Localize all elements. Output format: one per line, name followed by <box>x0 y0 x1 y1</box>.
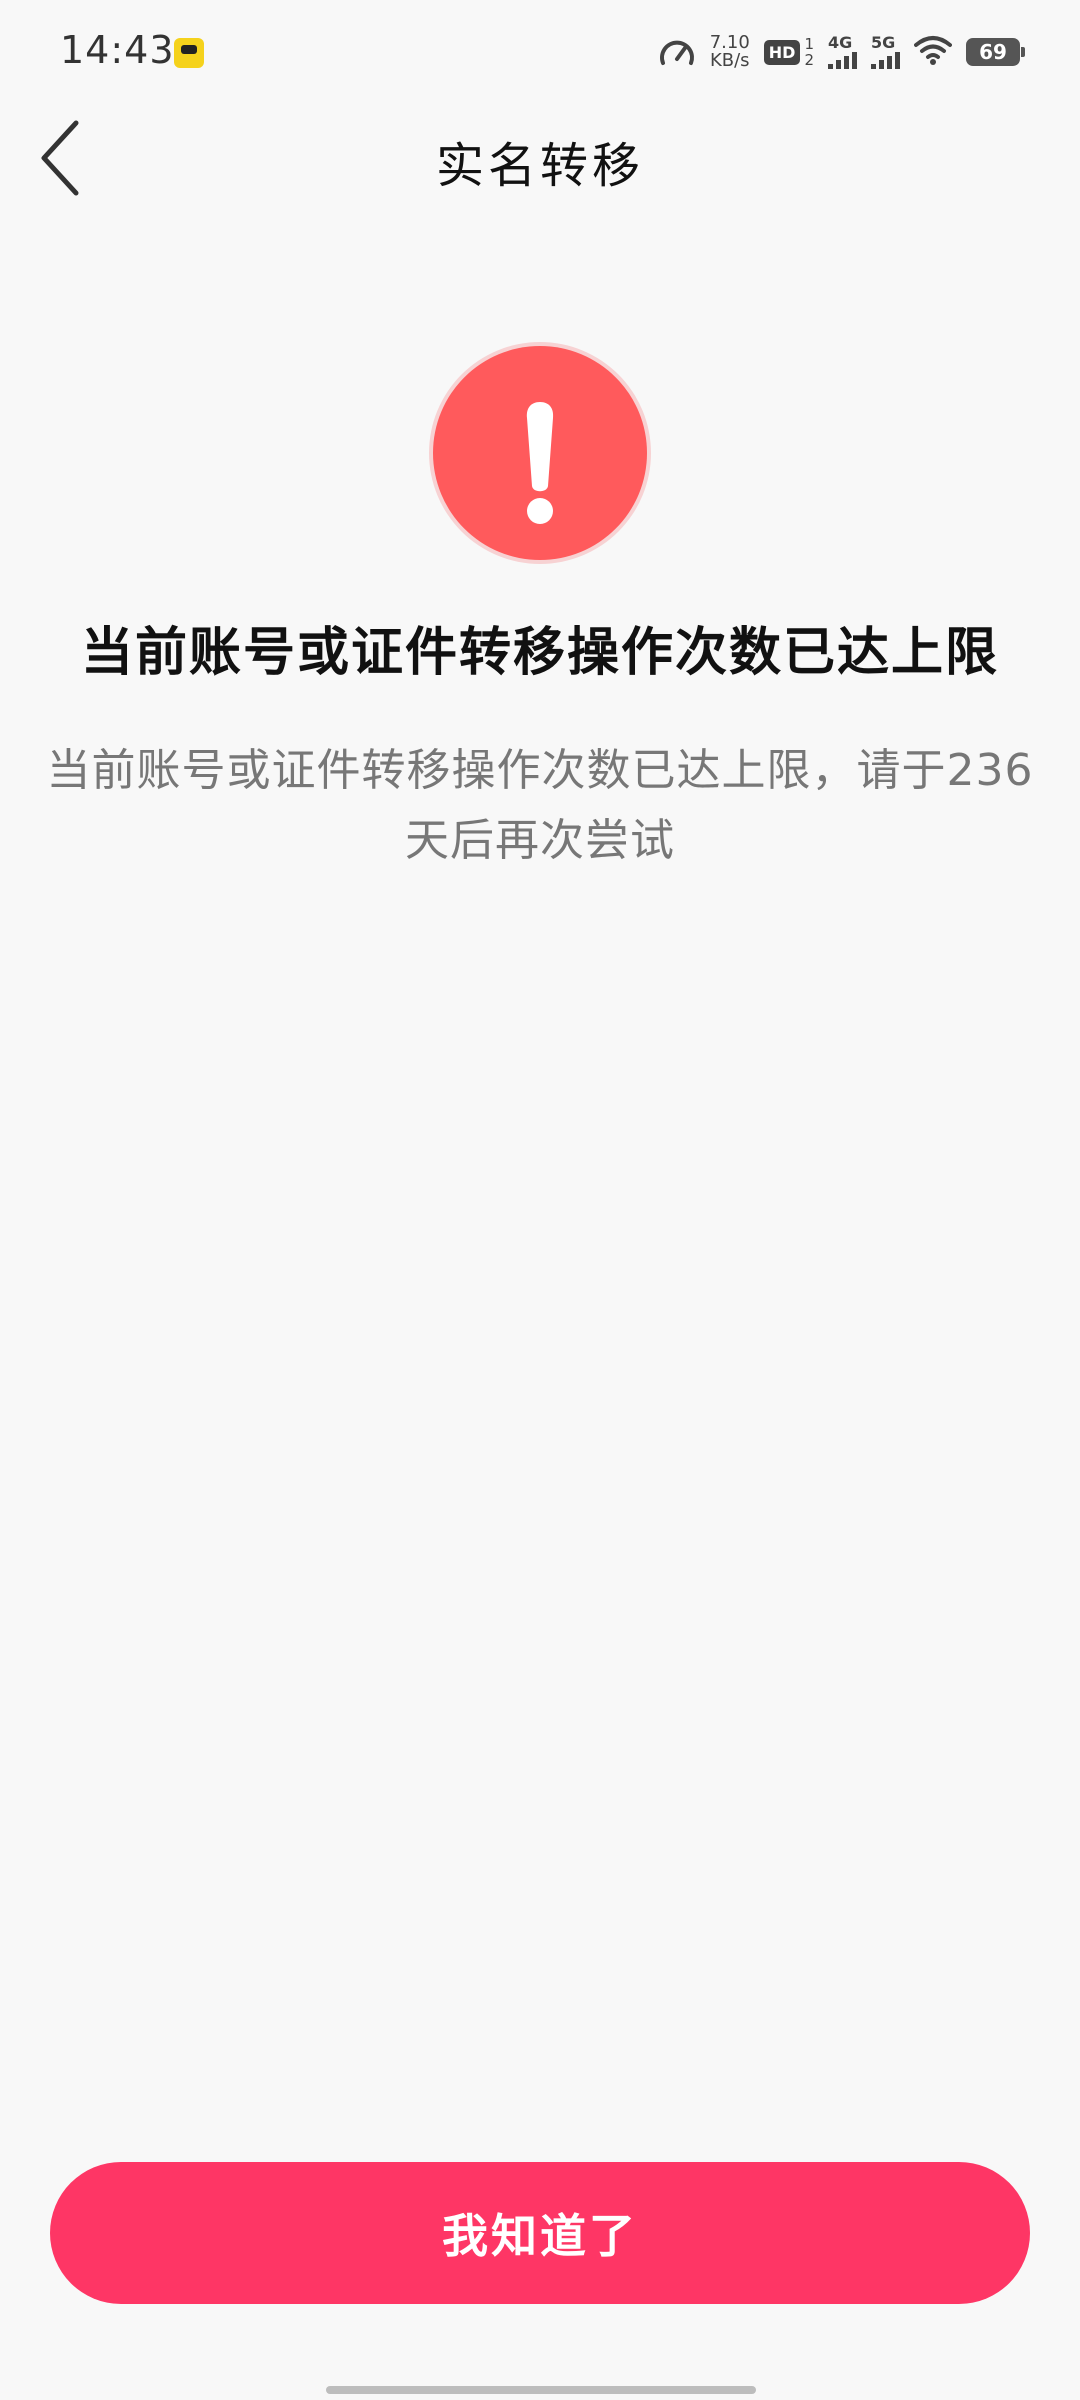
confirm-button[interactable]: 我知道了 <box>50 2162 1030 2304</box>
sim-slot-indicator: 1 2 <box>804 36 814 68</box>
network-speed: 7.10 KB/s <box>710 34 750 70</box>
speedometer-icon <box>658 35 696 69</box>
signal-4g-icon: 4G <box>828 35 857 69</box>
signal-5g-label: 5G <box>871 33 896 52</box>
page-title: 实名转移 <box>435 138 644 194</box>
exclamation-icon <box>526 402 554 524</box>
status-bar: 14:43 7.10 KB/s HD 1 2 4G 5G 69 <box>0 0 1080 100</box>
sim-slot-top: 1 <box>804 35 814 53</box>
battery-level: 69 <box>979 40 1007 64</box>
signal-4g-label: 4G <box>828 33 853 52</box>
status-icons: 7.10 KB/s HD 1 2 4G 5G 69 <box>658 30 1025 74</box>
nav-bar: 实名转移 <box>0 100 1080 220</box>
battery-icon: 69 <box>966 38 1025 66</box>
sim-slot-bottom: 2 <box>804 51 814 69</box>
alert-description: 当前账号或证件转移操作次数已达上限，请于236天后再次尝试 <box>46 745 1034 866</box>
signal-5g-icon: 5G <box>871 35 900 69</box>
network-speed-unit: KB/s <box>709 50 750 71</box>
hd-voice-badge: HD <box>763 39 801 65</box>
wifi-icon <box>914 35 952 69</box>
alert-title: 当前账号或证件转移操作次数已达上限 <box>80 623 999 683</box>
app-notification-icon <box>174 38 204 68</box>
alert-icon-container <box>433 346 647 560</box>
home-indicator[interactable] <box>326 2386 756 2394</box>
status-time: 14:43 <box>60 28 175 72</box>
